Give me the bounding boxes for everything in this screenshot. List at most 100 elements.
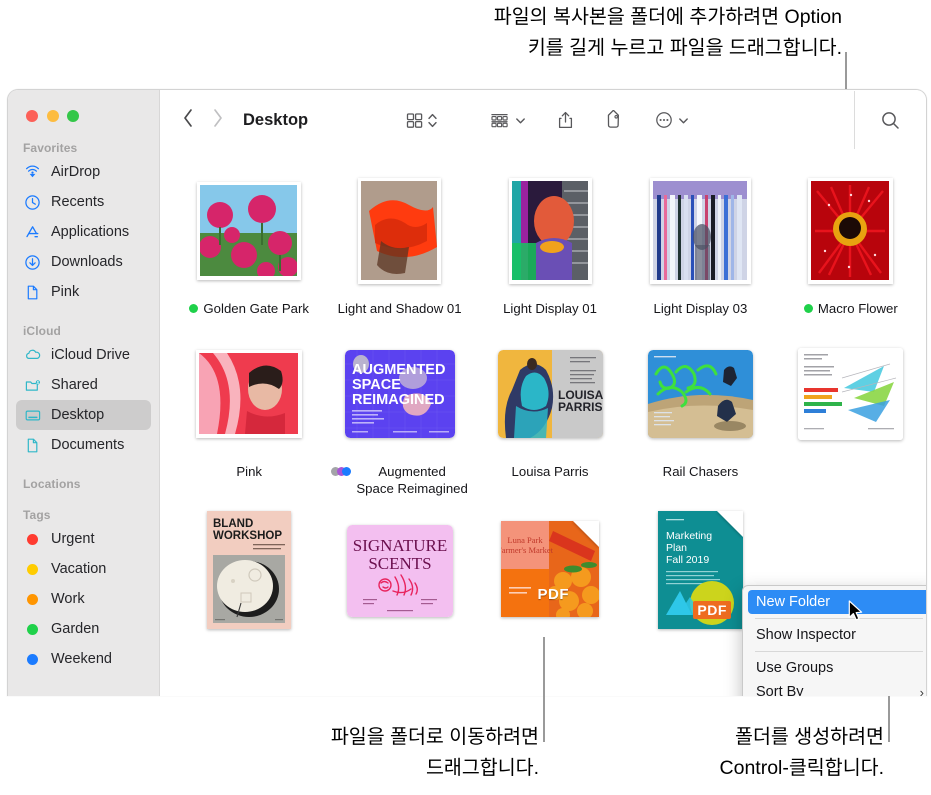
file-name: Augmented Space Reimagined bbox=[356, 464, 468, 496]
sidebar-item-tag-weekend[interactable]: Weekend bbox=[16, 644, 151, 674]
applications-icon bbox=[23, 223, 42, 242]
file-item-louisa-parris[interactable]: LOUISA PARRIS Louisa Parris bbox=[475, 333, 625, 497]
file-item-macro-flower[interactable]: Macro Flower bbox=[776, 170, 926, 317]
svg-text:SIGNATURE: SIGNATURE bbox=[352, 536, 446, 555]
file-thumbnail[interactable] bbox=[508, 178, 592, 284]
sidebar-item-desktop[interactable]: Desktop bbox=[16, 400, 151, 430]
file-item-light-display-03[interactable]: Light Display 03 bbox=[625, 170, 775, 317]
file-name: Pink bbox=[236, 464, 263, 479]
file-thumbnail[interactable] bbox=[808, 178, 894, 284]
group-by-button[interactable] bbox=[482, 107, 533, 134]
minimize-button[interactable] bbox=[46, 110, 59, 122]
menu-item-show-inspector[interactable]: Show Inspector bbox=[743, 623, 926, 647]
thumbnail-container: BLAND WORKSHOP bbox=[207, 511, 292, 641]
forward-button[interactable] bbox=[212, 108, 224, 133]
search-button[interactable] bbox=[855, 110, 926, 131]
sidebar-item-downloads[interactable]: Downloads bbox=[16, 247, 151, 277]
share-button[interactable] bbox=[549, 106, 582, 135]
view-mode-button[interactable] bbox=[398, 107, 445, 134]
sidebar-item-recents[interactable]: Recents bbox=[16, 187, 151, 217]
menu-item-use-groups[interactable]: Use Groups bbox=[743, 656, 926, 680]
sidebar-item-label: Weekend bbox=[51, 651, 112, 667]
sidebar-item-icloud-drive[interactable]: iCloud Drive bbox=[16, 340, 151, 370]
svg-text:WORKSHOP: WORKSHOP bbox=[213, 530, 282, 542]
chevron-right-icon bbox=[214, 108, 222, 127]
context-menu: New Folder Show Inspector Use Groups Sor… bbox=[742, 585, 926, 697]
sidebar-item-label: Desktop bbox=[51, 407, 105, 423]
file-thumbnail[interactable] bbox=[647, 350, 753, 438]
sidebar-item-airdrop[interactable]: AirDrop bbox=[16, 157, 151, 187]
file-thumbnail[interactable]: LOUISA PARRIS bbox=[497, 350, 603, 438]
thumbnail-container: SIGNATURE SCENTS bbox=[346, 511, 453, 641]
svg-text:Farmer's Market: Farmer's Market bbox=[501, 545, 554, 555]
sidebar-section-favorites: Favorites AirDrop Recents Applications D… bbox=[8, 141, 159, 307]
file-item-light-and-shadow-01[interactable]: Light and Shadow 01 bbox=[324, 170, 474, 317]
sidebar-item-tag-vacation[interactable]: Vacation bbox=[16, 554, 151, 584]
more-actions-button[interactable] bbox=[647, 106, 696, 134]
callout-bottom-right: 폴더를 생성하려면 Control-클릭합니다. bbox=[719, 726, 884, 779]
sidebar-item-label: Urgent bbox=[51, 531, 95, 547]
file-item-light-display-01[interactable]: Light Display 01 bbox=[475, 170, 625, 317]
desktop-icon bbox=[23, 406, 42, 425]
chevron-down-icon bbox=[679, 117, 689, 123]
file-caption: Rail Chasers bbox=[663, 463, 739, 480]
file-thumbnail[interactable]: AUGMENTED SPACE REIMAGINED bbox=[344, 350, 455, 438]
thumbnail-container: Luna Park Farmer's Market PDF bbox=[501, 511, 600, 641]
cloud-icon bbox=[23, 346, 42, 365]
file-thumbnail[interactable]: Marketing Plan Fall 2019 PDF bbox=[657, 511, 743, 629]
sidebar-header-icloud: iCloud bbox=[23, 324, 61, 338]
sidebar-item-shared[interactable]: Shared bbox=[16, 370, 151, 400]
clock-icon bbox=[23, 193, 42, 212]
file-item-luna-park-farmers-market[interactable]: Luna Park Farmer's Market PDF bbox=[475, 511, 625, 649]
sidebar-item-tag-garden[interactable]: Garden bbox=[16, 614, 151, 644]
sidebar-item-tag-urgent[interactable]: Urgent bbox=[16, 524, 151, 554]
menu-separator bbox=[755, 618, 923, 619]
file-name: Louisa Parris bbox=[511, 464, 589, 479]
toolbar: Desktop bbox=[160, 90, 926, 150]
submenu-chevron-icon: › bbox=[919, 684, 924, 697]
file-item-bland-workshop[interactable]: BLAND WORKSHOP bbox=[174, 511, 324, 649]
thumbnail-container bbox=[197, 170, 302, 292]
thumbnail-container bbox=[808, 170, 894, 292]
thumbnail-container bbox=[647, 333, 753, 455]
file-item-chart-document[interactable] bbox=[776, 333, 926, 497]
tag-dot-icon bbox=[23, 620, 42, 639]
file-thumbnail[interactable] bbox=[798, 348, 904, 440]
file-thumbnail[interactable] bbox=[196, 350, 303, 438]
tags-button[interactable] bbox=[596, 106, 631, 134]
sidebar-item-tag-work[interactable]: Work bbox=[16, 584, 151, 614]
sidebar-item-documents[interactable]: Documents bbox=[16, 430, 151, 460]
file-caption: Louisa Parris bbox=[512, 463, 589, 480]
file-caption: Golden Gate Park bbox=[189, 300, 309, 317]
back-button[interactable] bbox=[182, 108, 194, 133]
sidebar-section-tags: Tags Urgent Vacation Work Garden Weekend bbox=[8, 508, 159, 674]
tag-dot-icon bbox=[23, 560, 42, 579]
svg-text:Marketing: Marketing bbox=[666, 530, 712, 542]
search-icon bbox=[882, 111, 899, 129]
thumbnail-container bbox=[798, 333, 904, 455]
close-button[interactable] bbox=[26, 110, 38, 122]
zoom-button[interactable] bbox=[67, 110, 79, 122]
sidebar-item-applications[interactable]: Applications bbox=[16, 217, 151, 247]
file-item-pink[interactable]: Pink bbox=[174, 333, 324, 497]
sidebar-item-pink[interactable]: Pink bbox=[16, 277, 151, 307]
menu-item-new-folder[interactable]: New Folder bbox=[748, 590, 926, 621]
file-item-augmented-space-reimagined[interactable]: AUGMENTED SPACE REIMAGINED Augmented Spa… bbox=[324, 333, 474, 497]
file-thumbnail[interactable] bbox=[649, 178, 751, 284]
file-thumbnail[interactable] bbox=[358, 178, 442, 284]
svg-text:Plan: Plan bbox=[666, 542, 687, 554]
file-item-signature-scents[interactable]: SIGNATURE SCENTS bbox=[324, 511, 474, 649]
file-thumbnail[interactable]: BLAND WORKSHOP bbox=[207, 511, 292, 629]
menu-item-sort-by[interactable]: Sort By › bbox=[743, 680, 926, 697]
document-icon bbox=[23, 436, 42, 455]
file-thumbnail[interactable] bbox=[197, 182, 302, 280]
file-item-golden-gate-park[interactable]: Golden Gate Park bbox=[174, 170, 324, 317]
file-thumbnail[interactable]: Luna Park Farmer's Market PDF bbox=[501, 521, 600, 617]
menu-item-label: Show Inspector bbox=[756, 627, 856, 643]
file-thumbnail[interactable]: SIGNATURE SCENTS bbox=[346, 525, 453, 617]
tag-dot-icon bbox=[803, 304, 813, 313]
menu-item-label: Use Groups bbox=[756, 660, 834, 676]
tag-dot-icon bbox=[23, 530, 42, 549]
thumbnail-container: Marketing Plan Fall 2019 PDF bbox=[657, 511, 743, 641]
file-item-rail-chasers[interactable]: Rail Chasers bbox=[625, 333, 775, 497]
